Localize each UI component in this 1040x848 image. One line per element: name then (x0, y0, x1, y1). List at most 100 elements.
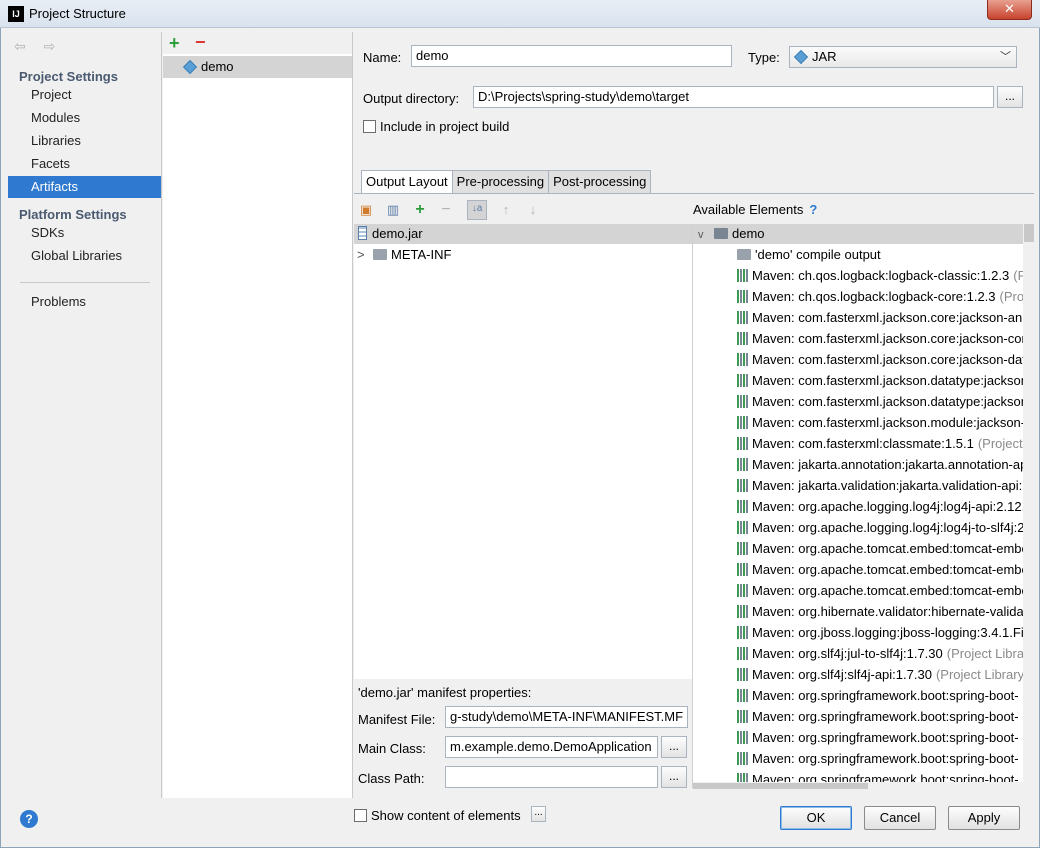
chevron-down-icon[interactable]: v (698, 225, 714, 245)
library-name: Maven: org.apache.logging.log4j:log4j-ap… (752, 499, 1033, 514)
move-up-icon[interactable]: ↑ (498, 202, 514, 218)
library-name: Maven: org.apache.tomcat.embed:tomcat-em… (752, 541, 1029, 556)
project-settings-header: Project Settings (19, 69, 118, 84)
sidebar-item-project[interactable]: Project (8, 84, 161, 106)
library-row[interactable]: Maven: com.fasterxml.jackson.core:jackso… (693, 328, 1034, 349)
tree-root-jar[interactable]: demo.jar (354, 224, 692, 244)
library-row[interactable]: Maven: jakarta.annotation:jakarta.annota… (693, 454, 1034, 475)
add-element-icon[interactable]: + (412, 202, 428, 218)
library-row[interactable]: Maven: com.fasterxml.jackson.datatype:ja… (693, 370, 1034, 391)
chevron-right-icon[interactable]: > (357, 244, 373, 265)
browse-output-directory-button[interactable]: ... (997, 86, 1023, 108)
tab-post-processing[interactable]: Post-processing (548, 170, 652, 194)
compile-output-row[interactable]: 'demo' compile output (693, 244, 1034, 265)
help-icon[interactable]: ? (809, 202, 817, 217)
output-directory-field[interactable]: D:\Projects\spring-study\demo\target (473, 86, 994, 108)
back-arrow-icon[interactable]: ⇦ (14, 38, 30, 54)
library-row[interactable]: Maven: org.jboss.logging:jboss-logging:3… (693, 622, 1034, 643)
name-field[interactable]: demo (411, 45, 732, 67)
library-row[interactable]: Maven: org.apache.logging.log4j:log4j-to… (693, 517, 1034, 538)
artifact-name: demo (201, 59, 234, 74)
library-row[interactable]: Maven: com.fasterxml.jackson.datatype:ja… (693, 391, 1034, 412)
library-icon (737, 311, 749, 324)
help-button-icon[interactable]: ? (20, 810, 38, 828)
artifact-item-demo[interactable]: demo (163, 56, 352, 78)
sidebar-item-sdks[interactable]: SDKs (8, 222, 161, 244)
scrollbar-thumb[interactable] (693, 783, 868, 789)
library-icon (737, 374, 749, 387)
tab-output-layout[interactable]: Output Layout (361, 170, 453, 194)
library-row[interactable]: Maven: ch.qos.logback:logback-core:1.2.3… (693, 286, 1034, 307)
sidebar-item-modules[interactable]: Modules (8, 107, 161, 129)
library-rows: Maven: ch.qos.logback:logback-classic:1.… (693, 265, 1034, 788)
move-down-icon[interactable]: ↓ (525, 202, 541, 218)
library-icon (737, 416, 749, 429)
library-row[interactable]: Maven: org.hibernate.validator:hibernate… (693, 601, 1034, 622)
available-root-demo[interactable]: v demo (693, 224, 1023, 244)
library-row[interactable]: Maven: org.springframework.boot:spring-b… (693, 685, 1034, 706)
library-name: Maven: org.apache.tomcat.embed:tomcat-em… (752, 583, 1029, 598)
library-row[interactable]: Maven: org.springframework.boot:spring-b… (693, 748, 1034, 769)
horizontal-scrollbar[interactable] (693, 782, 1023, 790)
library-name: Maven: org.springframework.boot:spring-b… (752, 709, 1019, 724)
library-row[interactable]: Maven: com.fasterxml.jackson.module:jack… (693, 412, 1034, 433)
browse-class-path-button[interactable]: ... (661, 766, 687, 788)
library-name: Maven: ch.qos.logback:logback-classic:1.… (752, 268, 1010, 283)
artifact-list-panel: + − demo (163, 32, 353, 798)
library-row[interactable]: Maven: com.fasterxml.jackson.core:jackso… (693, 307, 1034, 328)
jar-artifact-icon (182, 59, 198, 75)
class-path-field[interactable] (445, 766, 658, 788)
browse-main-class-button[interactable]: ... (661, 736, 687, 758)
sidebar-item-facets[interactable]: Facets (8, 153, 161, 175)
library-row[interactable]: Maven: ch.qos.logback:logback-classic:1.… (693, 265, 1034, 286)
sidebar-divider (20, 282, 150, 283)
library-row[interactable]: Maven: org.apache.tomcat.embed:tomcat-em… (693, 580, 1034, 601)
library-row[interactable]: Maven: com.fasterxml.jackson.core:jackso… (693, 349, 1034, 370)
sidebar-item-problems[interactable]: Problems (8, 291, 161, 313)
dialog-button-bar: ? OK Cancel Apply (1, 798, 1039, 848)
main-class-field[interactable]: m.example.demo.DemoApplication (445, 736, 658, 758)
vertical-scrollbar[interactable] (1023, 224, 1034, 788)
window-close-button[interactable]: ✕ (987, 0, 1032, 20)
create-directory-icon[interactable]: ▣ (358, 202, 374, 218)
library-row[interactable]: Maven: com.fasterxml:classmate:1.5.1 (Pro… (693, 433, 1034, 454)
sort-elements-icon[interactable]: ↓a (467, 200, 487, 220)
include-in-build-checkbox[interactable] (363, 120, 376, 133)
compile-output-label: 'demo' compile output (755, 247, 881, 262)
library-row[interactable]: Maven: jakarta.validation:jakarta.valida… (693, 475, 1034, 496)
library-row[interactable]: Maven: org.apache.logging.log4j:log4j-ap… (693, 496, 1034, 517)
add-artifact-icon[interactable]: + (169, 33, 180, 54)
forward-arrow-icon[interactable]: ⇨ (44, 38, 60, 54)
ok-button[interactable]: OK (780, 806, 852, 830)
manifest-file-field[interactable]: g-study\demo\META-INF\MANIFEST.MF (445, 706, 688, 728)
editor-tabs: Output Layout Pre-processing Post-processi… (361, 170, 652, 194)
apply-button[interactable]: Apply (948, 806, 1020, 830)
cancel-button[interactable]: Cancel (864, 806, 936, 830)
sidebar-item-global-libraries[interactable]: Global Libraries (8, 245, 161, 267)
chevron-down-icon: ﹀ (1000, 51, 1011, 63)
library-name: Maven: org.springframework.boot:spring-b… (752, 751, 1019, 766)
folder-icon (373, 249, 387, 260)
library-name: Maven: com.fasterxml.jackson.core:jackso… (752, 352, 1034, 367)
scrollbar-thumb[interactable] (1024, 224, 1034, 242)
remove-artifact-icon[interactable]: − (195, 32, 206, 53)
library-icon (737, 689, 749, 702)
sidebar-item-libraries[interactable]: Libraries (8, 130, 161, 152)
library-row[interactable]: Maven: org.springframework.boot:spring-b… (693, 727, 1034, 748)
sidebar-item-artifacts[interactable]: Artifacts (8, 176, 161, 198)
intellij-app-icon: IJ (8, 6, 24, 22)
output-layout-pane: ▣ ▥ + − ↓a ↑ ↓ demo.jar > META-INF 'demo.… (354, 193, 1034, 823)
create-archive-icon[interactable]: ▥ (385, 202, 401, 218)
library-row[interactable]: Maven: org.apache.tomcat.embed:tomcat-em… (693, 559, 1034, 580)
output-directory-label: Output directory: (363, 91, 460, 106)
library-scope: (Project Library (946, 646, 1034, 661)
tab-pre-processing[interactable]: Pre-processing (451, 170, 550, 194)
library-row[interactable]: Maven: org.springframework.boot:spring-b… (693, 706, 1034, 727)
library-row[interactable]: Maven: org.slf4j:jul-to-slf4j:1.7.30 (Pro… (693, 643, 1034, 664)
remove-element-icon[interactable]: − (438, 202, 454, 218)
tree-node-meta-inf[interactable]: > META-INF (354, 244, 692, 265)
library-row[interactable]: Maven: org.apache.tomcat.embed:tomcat-em… (693, 538, 1034, 559)
library-row[interactable]: Maven: org.slf4j:slf4j-api:1.7.30 (Projec… (693, 664, 1034, 685)
compile-output-icon (737, 249, 751, 260)
type-select[interactable]: JAR ﹀ (789, 46, 1017, 68)
